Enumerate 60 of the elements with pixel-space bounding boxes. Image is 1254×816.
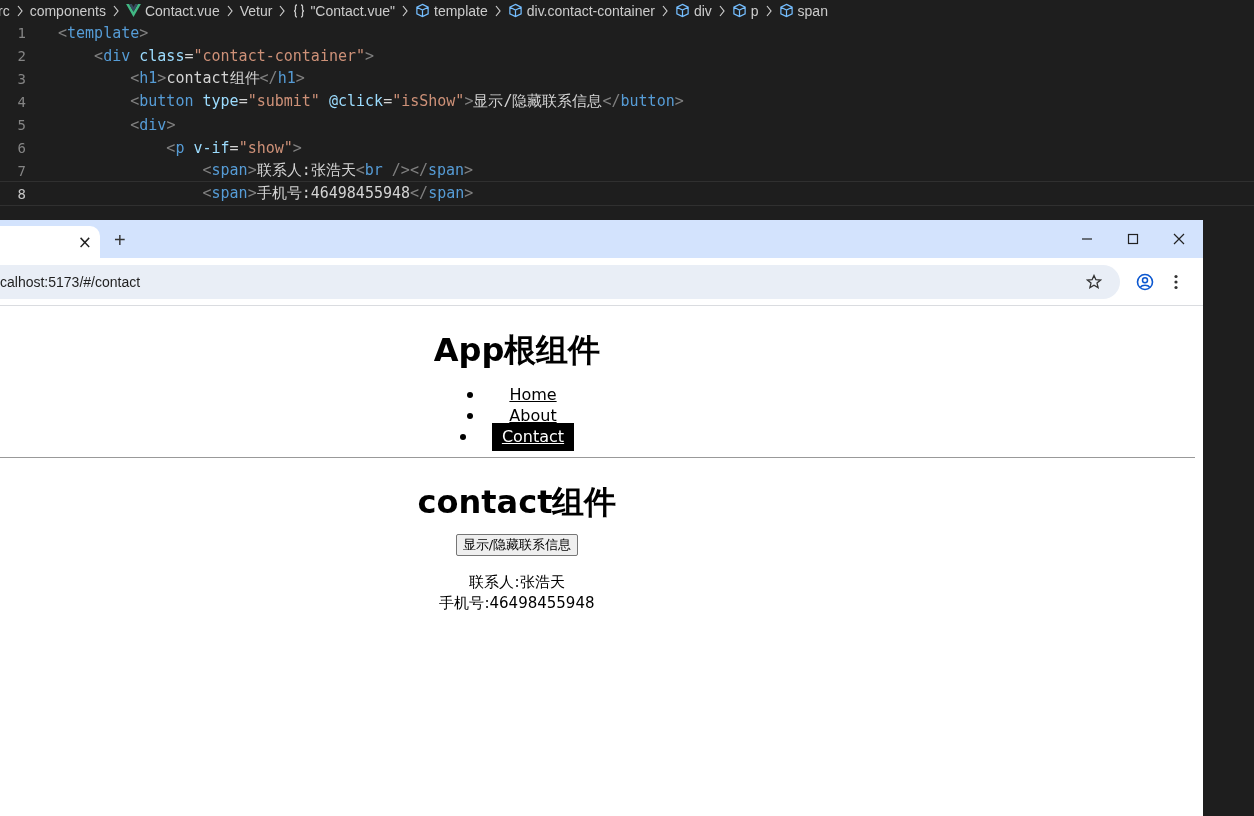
line-number: 6 <box>16 139 26 156</box>
line-number: 3 <box>16 70 26 87</box>
line-number: 2 <box>16 47 26 64</box>
new-tab-button[interactable]: + <box>110 229 130 252</box>
line-number: 1 <box>16 24 26 41</box>
code-line: <h1>contact组件</h1> <box>129 69 305 88</box>
code-line: <template> <box>58 23 149 42</box>
chevron-icon <box>225 4 234 17</box>
code-line: <div class="contact-container"> <box>93 46 375 65</box>
breadcrumb-item[interactable]: components <box>29 2 106 19</box>
code-line: <div> <box>129 115 176 134</box>
cube-icon <box>415 3 431 18</box>
vue-logo-icon <box>125 4 141 17</box>
star-icon[interactable] <box>1086 273 1102 290</box>
contact-info-line: 联系人:张浩天 <box>469 572 565 593</box>
cube-icon <box>507 3 523 18</box>
component-heading: contact组件 <box>417 482 617 522</box>
menu-icon[interactable] <box>1174 273 1178 290</box>
line-number: 5 <box>16 116 26 133</box>
breadcrumb-item[interactable]: Contact.vue <box>144 2 220 19</box>
browser-tab[interactable]: × <box>0 226 100 258</box>
code-line: <span>联系人:张浩天<br /></span> <box>201 161 474 180</box>
chevron-icon <box>111 4 120 17</box>
address-bar[interactable]: calhost:5173/#/contact <box>0 264 1120 299</box>
breadcrumb-item[interactable]: div <box>693 2 712 19</box>
chevron-icon <box>717 4 726 17</box>
line-number: 7 <box>16 162 26 179</box>
chevron-icon <box>764 4 773 17</box>
breadcrumb-item[interactable]: p <box>750 2 759 19</box>
toggle-contact-button[interactable]: 显示/隐藏联系信息 <box>455 534 579 556</box>
braces-icon <box>292 3 307 18</box>
cube-icon <box>674 3 690 18</box>
line-number: 4 <box>16 93 26 110</box>
cube-icon <box>778 3 794 18</box>
bullet-icon <box>467 391 474 398</box>
close-icon[interactable] <box>1173 233 1185 245</box>
code-line: <span>手机号:46498455948</span> <box>201 184 474 203</box>
maximize-icon[interactable] <box>1127 233 1139 245</box>
code-line: <p v-if="show"> <box>165 138 302 157</box>
bullet-icon <box>467 412 474 419</box>
breadcrumb-item[interactable]: "Contact.vue" <box>310 2 396 19</box>
bullet-icon <box>459 433 466 440</box>
line-number: 8 <box>16 185 26 202</box>
close-tab-button[interactable]: × <box>75 232 94 252</box>
breadcrumb-item[interactable]: Vetur <box>239 2 273 19</box>
chevron-icon <box>278 4 287 17</box>
chevron-icon <box>660 4 669 17</box>
profile-icon[interactable] <box>1136 272 1154 291</box>
chevron-icon <box>401 4 410 17</box>
nav-link[interactable]: Home <box>499 384 567 405</box>
chevron-icon <box>493 4 502 17</box>
breadcrumb-item[interactable]: div.contact-container <box>526 2 655 19</box>
breadcrumb-item[interactable]: span <box>797 2 828 19</box>
nav-link[interactable]: Contact <box>491 422 575 451</box>
page-title: App根组件 <box>433 330 601 370</box>
contact-info-line: 手机号:46498455948 <box>439 593 595 614</box>
code-line: <button type="submit" @click="isShow">显示/隐藏联系信息</button> <box>129 92 684 111</box>
cube-icon <box>731 3 747 18</box>
chevron-icon <box>15 4 24 17</box>
breadcrumb-item[interactable]: template <box>434 2 488 19</box>
